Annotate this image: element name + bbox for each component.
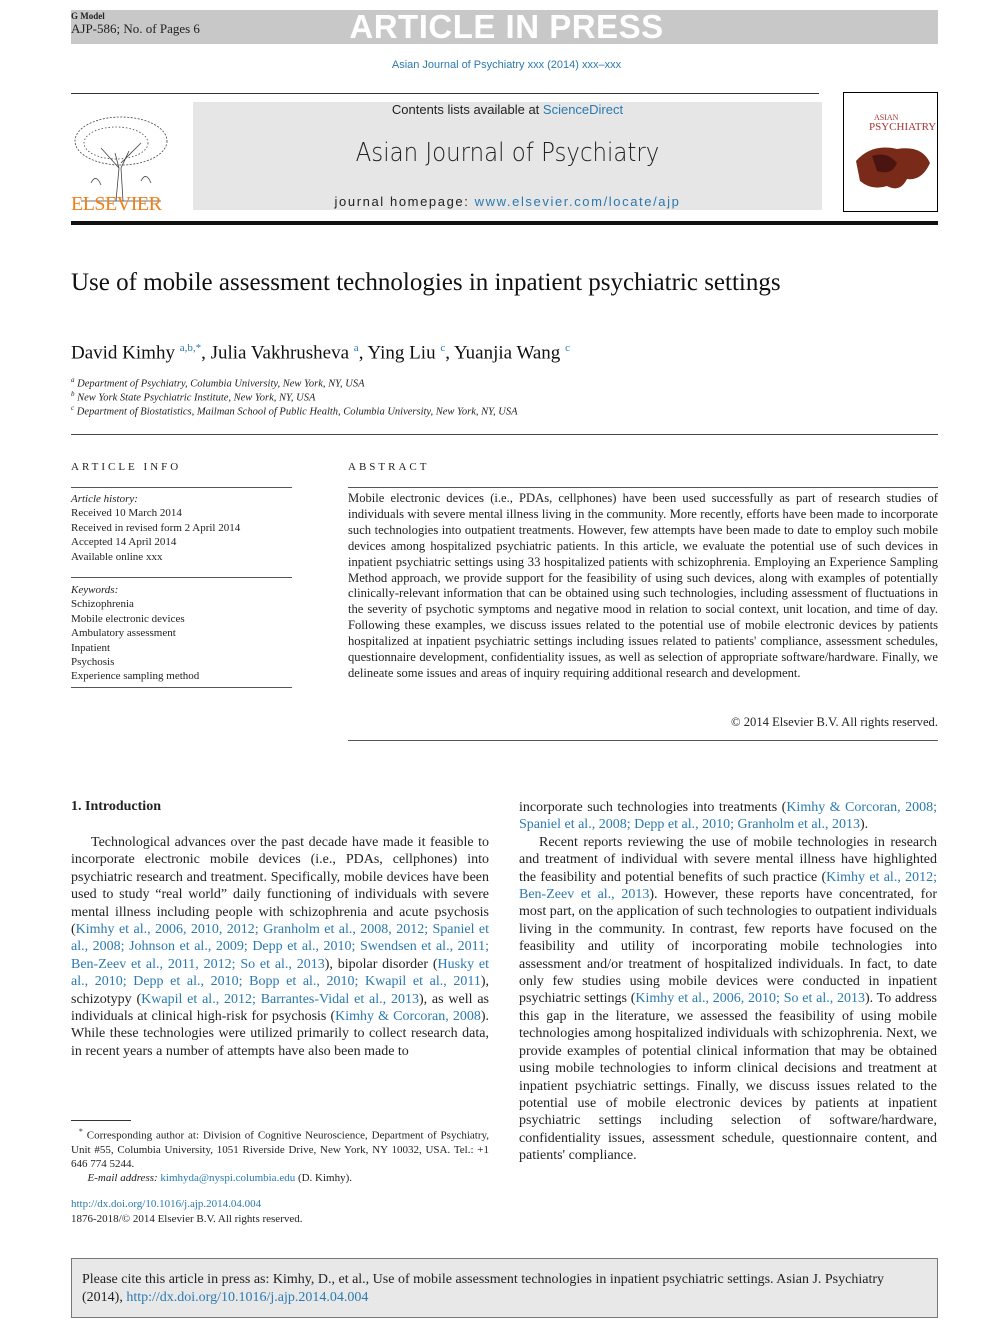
intro-paragraph: incorporate such technologies into treat… [519,799,937,834]
author: Ying Liu [367,342,436,364]
author-affiliation-link[interactable]: c [565,342,570,354]
divider [348,487,938,488]
article-page: G Model AJP-586; No. of Pages 6 ARTICLE … [0,0,992,1323]
keyword: Ambulatory assessment [71,627,176,640]
paragraph-text: ). However, these reports have concentra… [519,887,937,1007]
intro-paragraph: Recent reports reviewing the use of mobi… [519,834,937,1165]
doi-block: http://dx.doi.org/10.1016/j.ajp.2014.04.… [71,1197,303,1226]
affiliation: c Department of Biostatistics, Mailman S… [71,404,518,418]
author: Yuanjia Wang [454,342,561,364]
affiliation-marker: a [71,376,75,384]
citation-link[interactable]: Kimhy et al., 2006, 2010; So et al., 201… [635,991,865,1006]
intro-paragraph-left: Technological advances over the past dec… [71,834,489,1060]
divider [71,434,938,435]
doi-link[interactable]: http://dx.doi.org/10.1016/j.ajp.2014.04.… [71,1197,303,1212]
sciencedirect-link[interactable]: ScienceDirect [543,102,623,117]
citation-link[interactable]: Kwapil et al., 2012; Barrantes-Vidal et … [141,992,419,1007]
author: David Kimhy [71,342,175,364]
paragraph-text: ), bipolar disorder ( [324,956,438,972]
history-item: Available online xxx [71,550,163,563]
abstract-copyright: © 2014 Elsevier B.V. All rights reserved… [731,715,938,729]
divider [71,93,819,94]
email-suffix: (D. Kimhy). [295,1172,353,1185]
citation-text: Please cite this article in press as: Ki… [82,1271,927,1306]
keyword: Inpatient [71,641,111,654]
journal-cover-image[interactable]: ASIAN PSYCHIATRY [843,92,938,212]
history-item: Received 10 March 2014 [71,507,182,520]
homepage-link[interactable]: www.elsevier.com/locate/ajp [475,194,681,209]
paragraph-text: ). [859,817,869,833]
contents-line: Contents lists available at ScienceDirec… [193,102,822,117]
keyword: Psychosis [71,656,115,669]
article-history: Article history: Received 10 March 2014 … [71,492,292,564]
intro-column-right: incorporate such technologies into treat… [519,799,937,1165]
author-affiliation-link[interactable]: a,b,* [180,342,201,354]
keyword: Experience sampling method [71,670,200,683]
divider [71,577,292,578]
footnote-rule [71,1120,131,1121]
keyword: Schizophrenia [71,598,134,611]
author-affiliation-link[interactable]: a [354,342,359,354]
citation-link[interactable]: Kimhy & Corcoran, 2008 [335,1009,481,1024]
keywords: Keywords: Schizophrenia Mobile electroni… [71,583,292,684]
elsevier-wordmark: ELSEVIER [71,193,162,215]
affiliation-text: Department of Psychiatry, Columbia Unive… [77,378,365,390]
affiliation-marker: c [71,404,75,412]
history-item: Accepted 14 April 2014 [71,536,177,549]
journal-title: Asian Journal of Psychiatry [355,138,660,168]
history-label: Article history: [71,493,138,505]
divider [71,687,292,688]
history-item: Received in revised form 2 April 2014 [71,521,241,534]
article-title: Use of mobile assessment technologies in… [71,269,781,296]
affiliation-marker: b [71,390,75,398]
keyword: Mobile electronic devices [71,612,185,625]
paragraph-text: ). To address this gap in the literature… [519,991,937,1164]
footnote-text: Corresponding author at: Division of Cog… [71,1129,490,1171]
keywords-label: Keywords: [71,584,119,596]
citation-doi-link[interactable]: http://dx.doi.org/10.1016/j.ajp.2014.04.… [126,1290,368,1305]
abstract-text: Mobile electronic devices (i.e., PDAs, c… [348,491,938,680]
paragraph-text: incorporate such technologies into treat… [519,800,787,815]
affiliation-text: Department of Biostatistics, Mailman Sch… [76,406,518,418]
email-link[interactable]: kimhyda@nyspi.columbia.edu [160,1172,295,1184]
cover-map-icon [856,147,930,189]
affiliation: b New York State Psychiatric Institute, … [71,390,315,404]
cover-title-2: PSYCHIATRY [869,121,937,133]
author-affiliation-link[interactable]: c [440,342,445,354]
journal-reference-link[interactable]: Asian Journal of Psychiatry xxx (2014) x… [0,59,992,71]
banner-text: ARTICLE IN PRESS [349,8,664,45]
footnote-marker: * [78,1127,83,1136]
contents-prefix: Contents lists available at [391,102,543,117]
issn-copyright: 1876-2018/© 2014 Elsevier B.V. All right… [71,1212,303,1225]
divider [348,740,938,741]
divider [71,487,292,488]
journal-homepage: journal homepage: www.elsevier.com/locat… [193,194,822,209]
affiliation: a Department of Psychiatry, Columbia Uni… [71,376,365,390]
section-heading-introduction: 1. Introduction [71,799,161,814]
author-list: David Kimhy a,b,*, Julia Vakhrusheva a, … [71,342,570,364]
article-info-heading: ARTICLE INFO [71,461,182,473]
header-rule [71,221,938,225]
abstract-heading: ABSTRACT [348,461,430,473]
corresponding-author-footnote: * Corresponding author at: Division of C… [71,1125,489,1185]
homepage-prefix: journal homepage: [334,194,475,209]
email-label: E-mail address: [87,1172,158,1185]
author: Julia Vakhrusheva [210,342,350,364]
affiliation-text: New York State Psychiatric Institute, Ne… [77,392,316,404]
